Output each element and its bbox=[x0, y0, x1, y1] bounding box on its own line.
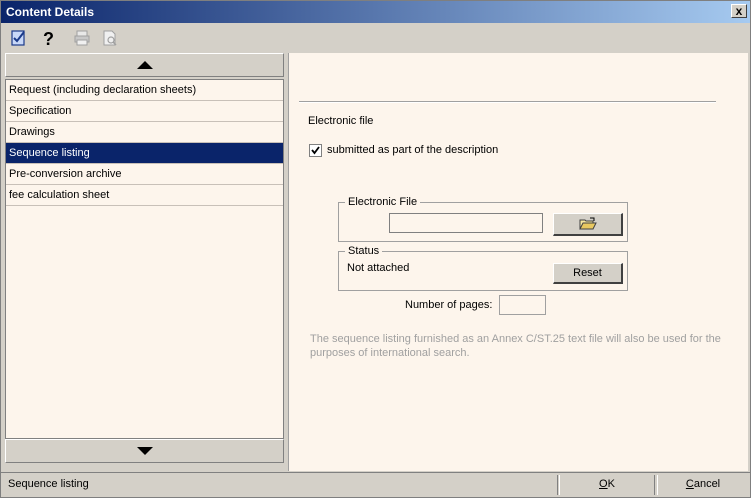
list-item-sequence-listing[interactable]: Sequence listing bbox=[6, 143, 283, 164]
status-value: Not attached bbox=[347, 262, 410, 274]
print-icon[interactable] bbox=[71, 27, 93, 49]
scroll-up-button[interactable] bbox=[5, 53, 284, 77]
left-panel: Request (including declaration sheets) S… bbox=[5, 53, 286, 466]
list-item-specification[interactable]: Specification bbox=[6, 101, 283, 122]
reset-button[interactable]: Reset bbox=[553, 263, 623, 284]
status-legend: Status bbox=[345, 245, 383, 257]
list-item-fee-calculation-sheet[interactable]: fee calculation sheet bbox=[6, 185, 283, 206]
status-bar: Sequence listing OK Cancel bbox=[1, 472, 750, 497]
checkmark-icon bbox=[311, 146, 320, 155]
status-group: Status Not attached Reset bbox=[338, 245, 628, 291]
window-title: Content Details bbox=[6, 5, 95, 19]
electronic-file-legend: Electronic File bbox=[345, 196, 421, 208]
electronic-file-group: Electronic File bbox=[338, 196, 628, 242]
close-button[interactable]: x bbox=[731, 4, 747, 18]
help-icon[interactable]: ? bbox=[37, 27, 59, 49]
check-document-icon[interactable] bbox=[7, 27, 29, 49]
svg-text:?: ? bbox=[43, 29, 54, 47]
browse-button[interactable] bbox=[553, 213, 623, 236]
info-text: The sequence listing furnished as an Ann… bbox=[310, 333, 721, 359]
current-item-status: Sequence listing bbox=[3, 475, 558, 495]
pages-label: Number of pages: bbox=[405, 299, 493, 311]
list-item-pre-conversion-archive[interactable]: Pre-conversion archive bbox=[6, 164, 283, 185]
ok-button[interactable]: OK bbox=[559, 475, 655, 495]
section-title: Electronic file bbox=[308, 115, 374, 127]
print-preview-icon[interactable] bbox=[99, 27, 121, 49]
submitted-checkbox[interactable] bbox=[309, 144, 322, 157]
electronic-file-input[interactable] bbox=[389, 213, 543, 233]
arrow-down-icon bbox=[136, 447, 153, 455]
submitted-checkbox-label[interactable]: submitted as part of the description bbox=[327, 144, 498, 156]
detail-panel: Electronic file submitted as part of the… bbox=[288, 53, 748, 471]
list-item-drawings[interactable]: Drawings bbox=[6, 122, 283, 143]
content-list: Request (including declaration sheets) S… bbox=[5, 79, 284, 439]
scroll-down-button[interactable] bbox=[5, 439, 284, 463]
open-folder-icon bbox=[578, 217, 597, 230]
arrow-up-icon bbox=[136, 61, 153, 69]
list-item-request[interactable]: Request (including declaration sheets) bbox=[6, 80, 283, 101]
content-details-window: Content Details x ? Request (including d… bbox=[0, 0, 751, 498]
title-bar: Content Details x bbox=[1, 1, 750, 23]
separator bbox=[299, 101, 716, 103]
toolbar: ? bbox=[1, 23, 750, 53]
pages-input[interactable] bbox=[499, 295, 546, 315]
cancel-button[interactable]: Cancel bbox=[657, 475, 748, 495]
